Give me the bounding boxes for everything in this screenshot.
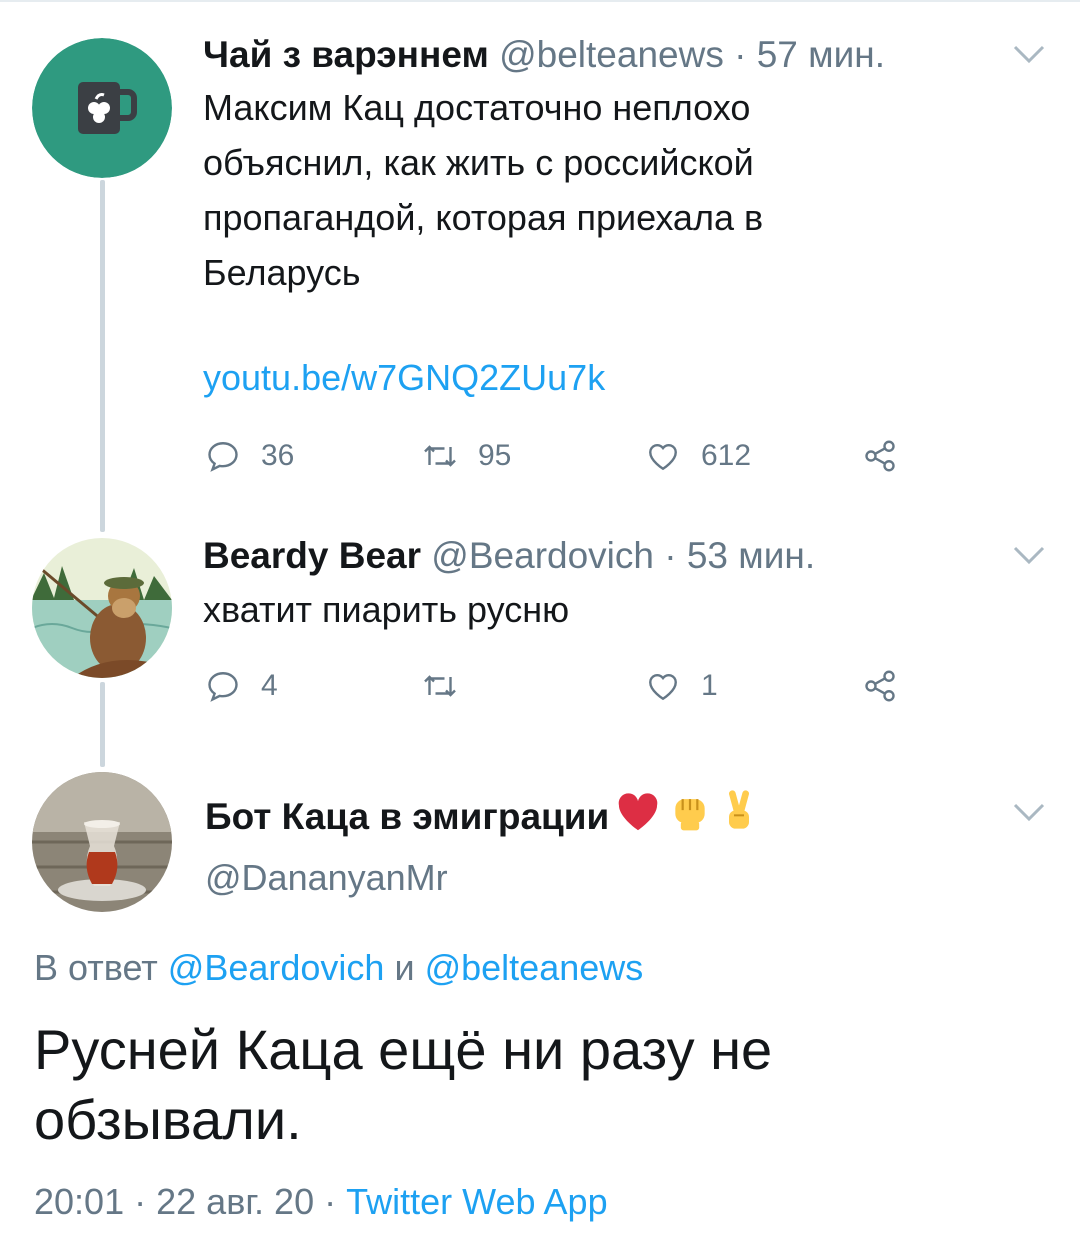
thread-line xyxy=(100,180,105,532)
retweet-button[interactable]: 95 xyxy=(422,436,511,476)
reply-count: 36 xyxy=(261,439,295,472)
tweet-text-line: объяснил, как жить с российской xyxy=(203,142,754,183)
user-handle[interactable]: @belteanews xyxy=(499,34,724,75)
retweet-button[interactable] xyxy=(422,666,478,706)
timestamp[interactable]: 53 мин. xyxy=(687,535,815,576)
avatar[interactable] xyxy=(32,772,172,912)
reply-context: В ответ @Beardovich и @belteanews xyxy=(34,946,643,990)
chevron-down-icon[interactable] xyxy=(1012,42,1046,66)
display-name[interactable]: Бот Каца в эмиграции xyxy=(205,795,609,839)
tweet1-text: Максим Кац достаточно неплохо объяснил, … xyxy=(203,80,1023,300)
tweet3-display-name-row: Бот Каца в эмиграции xyxy=(205,790,759,844)
tweet-time[interactable]: 20:01 xyxy=(34,1181,124,1222)
tweet-text-line: обзывали. xyxy=(34,1088,302,1151)
tweet-text-line: пропагандой, которая приехала в xyxy=(203,197,764,238)
reply-icon xyxy=(208,442,238,472)
victory-hand-emoji xyxy=(719,790,759,844)
chevron-down-icon[interactable] xyxy=(1012,543,1046,567)
user-handle[interactable]: @DananyanMr xyxy=(205,856,448,900)
reply-count: 4 xyxy=(261,669,278,702)
timestamp[interactable]: 57 мин. xyxy=(757,34,885,75)
tweet3-text: Русней Каца ещё ни разу не обзывали. xyxy=(34,1015,1034,1155)
like-count: 612 xyxy=(701,439,752,472)
share-button[interactable] xyxy=(862,436,918,476)
tweet1-header: Чай з варэннем @belteanews · 57 мин. xyxy=(203,33,885,77)
tweet2-text: хватит пиарить русню xyxy=(203,589,570,630)
raised-fist-emoji xyxy=(667,790,713,844)
avatar[interactable] xyxy=(32,538,172,678)
reply-icon xyxy=(208,672,238,702)
share-button[interactable] xyxy=(862,666,918,706)
heart-icon xyxy=(649,443,677,471)
retweet-icon xyxy=(424,675,456,697)
chevron-down-icon[interactable] xyxy=(1012,800,1046,824)
reply-prefix: В ответ xyxy=(34,947,158,988)
mention-link[interactable]: @Beardovich xyxy=(168,947,385,988)
like-count: 1 xyxy=(701,669,718,702)
tweet-meta: 20:01 · 22 авг. 20 · Twitter Web App xyxy=(34,1180,608,1224)
heart-icon xyxy=(649,673,677,701)
reply-conjunction: и xyxy=(394,947,415,988)
mention-link[interactable]: @belteanews xyxy=(425,947,644,988)
tweet-text-line: Беларусь xyxy=(203,252,361,293)
retweet-count: 95 xyxy=(478,439,512,472)
like-button[interactable]: 612 xyxy=(645,436,751,476)
tweet-text-line: Максим Кац достаточно неплохо xyxy=(203,87,751,128)
display-name[interactable]: Чай з варэннем xyxy=(203,34,489,75)
share-icon xyxy=(865,440,895,472)
user-handle[interactable]: @Beardovich xyxy=(431,535,654,576)
separator: · xyxy=(134,1181,147,1222)
separator: · xyxy=(734,34,747,75)
top-divider xyxy=(0,0,1080,2)
reply-button[interactable]: 36 xyxy=(205,436,294,476)
tweet-text-line: Русней Каца ещё ни разу не xyxy=(34,1018,773,1081)
avatar[interactable] xyxy=(32,38,172,178)
tweet-link[interactable]: youtu.be/w7GNQ2ZUu7k xyxy=(203,356,605,400)
like-button[interactable]: 1 xyxy=(645,666,718,706)
display-name[interactable]: Beardy Bear xyxy=(203,535,421,576)
reply-button[interactable]: 4 xyxy=(205,666,278,706)
separator: · xyxy=(664,535,677,576)
red-heart-emoji xyxy=(615,792,661,842)
source-app-link[interactable]: Twitter Web App xyxy=(346,1181,607,1222)
share-icon xyxy=(865,670,895,702)
retweet-icon xyxy=(424,445,456,467)
tweet2-header: Beardy Bear @Beardovich · 53 мин. xyxy=(203,534,815,578)
separator: · xyxy=(324,1181,337,1222)
tweet-date[interactable]: 22 авг. 20 xyxy=(156,1181,314,1222)
thread-line xyxy=(100,682,105,767)
